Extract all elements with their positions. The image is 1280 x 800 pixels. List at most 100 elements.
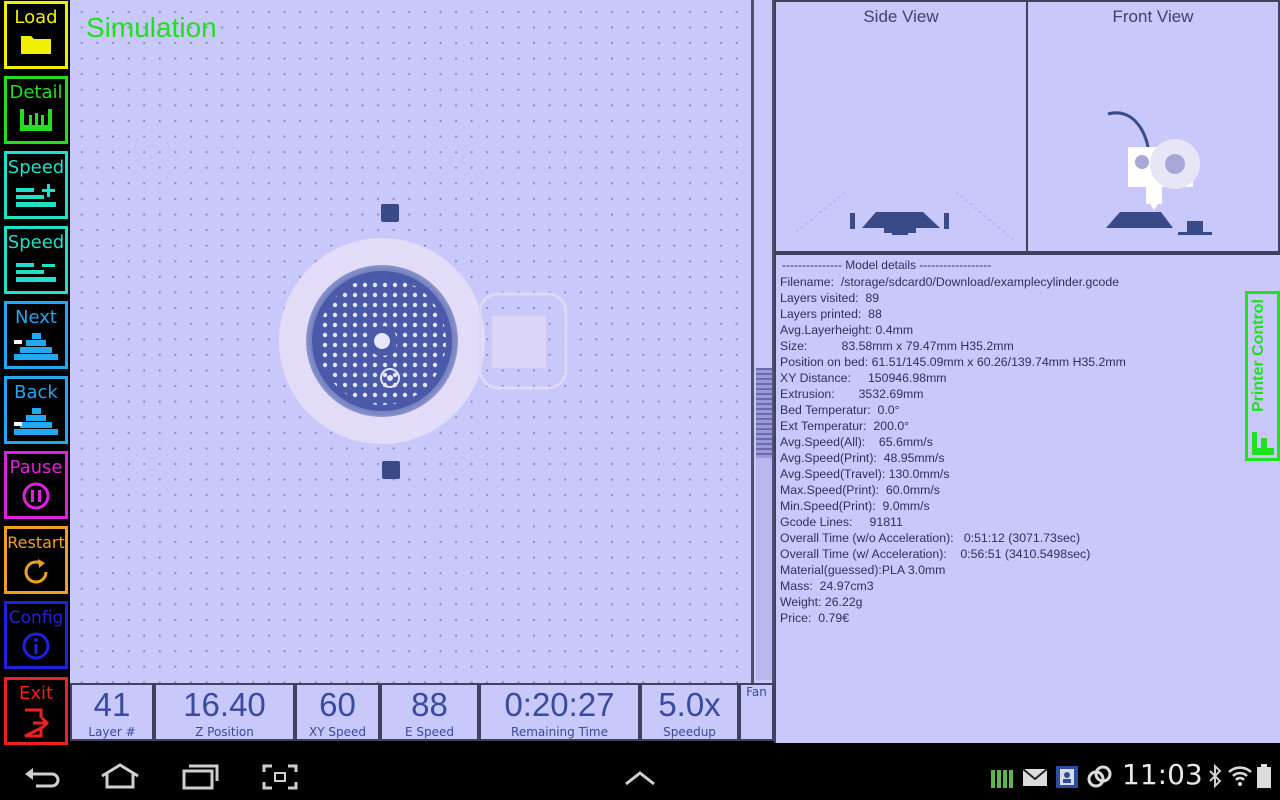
stat-fan: Fan [739,683,774,741]
marker-square-bottom [382,461,400,479]
stat-value: 16.40 [183,686,266,723]
load-button-label: Load [14,7,58,28]
detail-button[interactable]: Detail [4,76,68,144]
load-button[interactable]: Load [4,1,68,69]
model-details-panel: --------------- Model details ----------… [774,253,1280,743]
wifi-icon [1228,766,1252,786]
restart-button-label: Restart [7,533,65,552]
status-clock: 11:03 [1122,758,1203,791]
exit-icon [24,708,50,738]
detail-extrusion: Extrusion: 3532.69mm [780,387,924,401]
stat-e-speed: 88 E Speed [380,683,479,741]
detail-button-label: Detail [9,82,63,103]
detail-position-on-bed: Position on bed: 61.51/145.09mm x 60.26/… [780,355,1126,369]
print-preview [279,204,568,479]
detail-icon [20,109,52,131]
printer-control-button[interactable]: Printer Control [1245,291,1280,461]
restart-icon [24,559,48,584]
detail-max-speed-print: Max.Speed(Print): 60.0mm/s [780,483,940,497]
detail-filename: Filename: /storage/sdcard0/Download/exam… [780,275,1120,289]
stat-label: Fan [746,685,767,699]
travel-square [492,316,546,368]
exit-button-label: Exit [18,683,54,704]
system-nav-bar [0,752,1280,800]
bluetooth-icon [1209,764,1222,788]
contact-card-icon [1056,766,1078,788]
pause-button-label: Pause [9,457,63,478]
printer-control-icon [1252,432,1274,455]
pause-icon [22,482,50,510]
center-hole [374,333,390,349]
button-column: Load Detail Speed Speed Next Back Pause … [0,0,70,752]
stat-label: Remaining Time [511,725,608,739]
sync-icon [1087,765,1112,788]
stat-value: 60 [319,686,356,723]
speed-down-button[interactable]: Speed [4,226,68,294]
stat-xy-speed: 60 XY Speed [295,683,380,741]
detail-avg-speed-travel: Avg.Speed(Travel): 130.0mm/s [780,467,950,481]
folder-icon [21,36,51,54]
side-view-diagram [795,191,1017,243]
front-view-panel: Front View [1026,0,1280,253]
stat-z-position: 16.40 Z Position [154,683,295,741]
simulation-canvas[interactable]: Simulation [70,0,753,683]
detail-layers-visited: Layers visited: 89 [780,291,880,305]
back-layer-icon [14,408,58,435]
exit-button[interactable]: Exit [4,677,68,745]
stat-value: 41 [93,686,131,723]
front-view-diagram [1106,111,1212,235]
detail-weight: Weight: 26.22g [780,595,863,609]
stat-label: Z Position [195,725,254,739]
mail-icon [1022,768,1048,786]
recent-apps-icon[interactable] [180,762,220,792]
speed-up-icon [16,184,56,207]
detail-mass: Mass: 24.97cm3 [780,579,874,593]
marker-square-top [381,204,399,222]
detail-avg-speed-print: Avg.Speed(Print): 48.95mm/s [780,451,945,465]
back-nav-icon[interactable] [22,762,62,792]
config-button[interactable]: Config [4,601,68,669]
speed-down-icon [16,263,56,282]
stat-label: E Speed [404,725,454,739]
model-details-header: --------------- Model details ----------… [782,258,992,272]
stat-bar: 41 Layer # 16.40 Z Position 60 XY Speed … [70,683,774,741]
detail-xy-distance: XY Distance: 150946.98mm [780,371,947,385]
config-button-label: Config [8,608,64,628]
layer-slider-fill [756,368,772,458]
stat-remaining-time: 0:20:27 Remaining Time [479,683,640,741]
detail-layers-printed: Layers printed: 88 [780,307,882,321]
side-view-panel: Side View [774,0,1028,253]
detail-time-accel: Overall Time (w/ Acceleration): 0:56:51 … [780,547,1091,561]
detail-avg-speed-all: Avg.Speed(All): 65.6mm/s [780,435,933,449]
printer-control-label: Printer Control [1250,299,1267,412]
speed-up-button[interactable]: Speed [4,151,68,219]
chevron-up-icon[interactable] [622,768,658,788]
detail-ext-temp: Ext Temperatur: 200.0° [780,419,910,433]
stat-layer: 41 Layer # [70,683,154,741]
detail-min-speed-print: Min.Speed(Print): 9.0mm/s [780,499,930,513]
speed-down-button-label: Speed [7,232,65,253]
back-layer-button-label: Back [14,382,58,403]
detail-gcode-lines: Gcode Lines: 91811 [780,515,903,529]
pause-button[interactable]: Pause [4,451,68,519]
info-icon [22,632,50,660]
next-layer-icon [14,333,58,360]
next-layer-button-label: Next [15,307,57,328]
signal-bars-icon [991,770,1013,788]
stat-label: Layer # [88,725,136,739]
detail-price: Price: 0.79€ [780,611,850,625]
detail-avg-layerheight: Avg.Layerheight: 0.4mm [780,323,914,337]
detail-time-no-accel: Overall Time (w/o Acceleration): 0:51:12… [780,531,1081,545]
next-layer-button[interactable]: Next [4,301,68,369]
detail-size: Size: 83.58mm x 79.47mm H35.2mm [780,339,1014,353]
screenshot-icon[interactable] [260,762,300,792]
stat-label: Speedup [663,725,716,739]
stat-value: 0:20:27 [504,686,615,723]
speed-up-button-label: Speed [7,157,65,178]
restart-button[interactable]: Restart [4,526,68,594]
back-layer-button[interactable]: Back [4,376,68,444]
stat-label: XY Speed [309,725,366,739]
detail-bed-temp: Bed Temperatur: 0.0° [780,403,900,417]
home-nav-icon[interactable] [98,762,142,792]
layer-slider[interactable] [753,0,774,683]
